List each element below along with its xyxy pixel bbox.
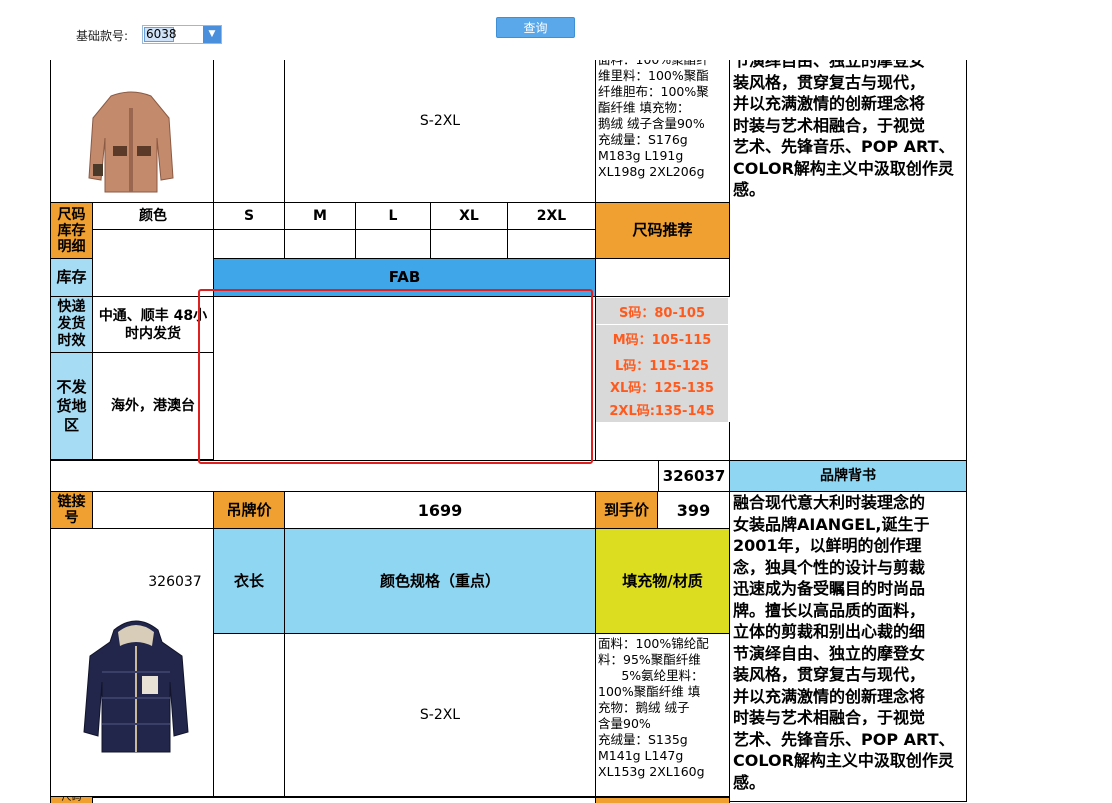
size-header-xl: XL [431,202,508,230]
next-row-cells [93,797,596,803]
tag-price-value: 1699 [285,492,596,529]
material-line: 纤维胆布：100%聚 [598,84,709,99]
brand-story-header: 品牌背书 [730,460,967,492]
size-rec-empty [596,422,730,460]
material-line: M183g L191g [598,148,684,163]
style-no-input[interactable]: 6038 [144,27,177,42]
query-button[interactable]: 查询 [496,17,575,38]
style-no-combobox[interactable]: 6038 ▼ [142,25,222,44]
product2-material-cell: 面料：100%锦纶配 料：95%聚酯纤维 5%氨纶里料： 100%聚酯纤维 填 … [596,634,730,797]
product2-code-in-image: 326037 [148,573,202,590]
chevron-down-icon[interactable]: ▼ [203,26,221,43]
product1-size-range-cell: S-2XL [285,40,596,202]
brand-line: 念，独具个性的设计与剪裁 [733,557,926,577]
link-label: 链接号 [50,492,93,529]
spreadsheet: S-2XL 面料：100%聚酯纤 维里料：100%聚酯 纤维胆布：100%聚 酯… [0,0,1112,803]
brand-line: 时装与艺术相融合，于视觉 [733,708,926,727]
material-line: 含量90% [598,716,651,731]
size-stock-label: 尺码库存明细 [50,202,93,259]
size-header-l: L [356,202,431,230]
filling-label: 填充物/材质 [596,529,730,634]
brand-line: 装风格，贯穿复古与现代， [733,72,926,92]
material-line: 酯纤维 填充物： [598,100,690,115]
next-size-label: 尺码 [50,797,93,803]
fab-right-cell [596,259,730,297]
product2-jacket-image [83,620,189,753]
brand-line: 感。 [733,772,766,792]
product2-code-cell: 326037 [658,460,730,492]
material-line: 面料：100%锦纶配 [598,636,709,651]
no-ship-value: 海外，港澳台 [93,353,214,460]
brand-line: 艺术、先锋音乐、POP ART、 [733,137,955,156]
material-line: 鹅绒 绒子含量90% [598,116,705,131]
product1-material-cell: 面料：100%聚酯纤 维里料：100%聚酯 纤维胆布：100%聚 酯纤维 填充物… [596,40,730,202]
size-recommend-label: 尺码推荐 [596,202,730,259]
brand-line: 节演绎自由、独立的摩登女 [733,643,926,663]
material-line: 充绒量：S176g [598,132,688,147]
size-rec-m: M码：105-115 [596,325,728,351]
size-header-m: M [285,202,356,230]
brand-line: COLOR解构主义中汲取创作灵 [733,751,954,770]
material-line: XL198g 2XL206g [598,164,705,179]
stock-xl-cell [431,230,508,259]
brand-line: 迅速成为备受瞩目的时尚品 [733,579,926,598]
material-line: 充物：鹅绒 绒子 [598,700,690,715]
product1-image-cell [50,40,214,202]
brand-line: 感。 [733,180,766,199]
material-line: 料：95%聚酯纤维 [598,652,701,667]
express-value: 中通、顺丰 48小时内发货 [93,297,214,353]
material-line: M141g L147g [598,748,684,763]
product2-size-range: S-2XL [419,706,461,723]
brand-line: 并以充满激情的创新理念将 [733,94,926,113]
size-header-s: S [214,202,285,230]
final-price-value: 399 [658,492,730,529]
material-line: 维里料：100%聚酯 [598,68,709,83]
brand-line: 融合现代意大利时装理念的 [733,493,926,512]
brand-line: 牌。擅长以高品质的面料， [733,600,926,620]
product2-size-range-cell: S-2XL [285,634,596,797]
material-line: XL153g 2XL160g [598,764,705,779]
stock-2xl-cell [508,230,596,259]
size-header-2xl: 2XL [508,202,596,230]
final-price-label: 到手价 [596,492,658,529]
stock-m-cell [285,230,356,259]
tag-price-label: 吊牌价 [214,492,285,529]
stock-l-cell [356,230,431,259]
express-label: 快递发货时效 [50,297,93,353]
product2-length-cell [214,634,285,797]
size-rec-2xl: 2XL码:135-145 [596,396,728,422]
fab-header: FAB [214,259,596,297]
product1-jacket-image [88,91,174,193]
color-spec-label: 颜色规格（重点） [285,529,596,634]
brand-line: COLOR解构主义中汲取创作灵 [733,158,954,178]
material-line: 充绒量：S135g [598,732,688,747]
brand-line: 装风格，贯穿复古与现代， [733,665,926,684]
product1-size-range: S-2XL [419,113,461,129]
length-label: 衣长 [214,529,285,634]
no-ship-label: 不发货地区 [50,353,93,460]
size-rec-s: S码：80-105 [596,298,728,324]
brand-line: 立体的剪裁和别出心裁的细 [733,622,926,641]
style-no-label: 基础款号: [76,29,129,43]
color-header: 颜色 [93,202,214,230]
brand-line: 并以充满激情的创新理念将 [733,686,926,706]
fab-content-cell [214,297,596,460]
stock-s-cell [214,230,285,259]
next-row-orange [596,797,730,803]
stock-color-cell [93,230,214,297]
query-toolbar: 基础款号: 6038 ▼ 查询 [0,0,1112,60]
separator-row [50,460,658,492]
brand-line: 时装与艺术相融合，于视觉 [733,115,926,135]
product2-brand-story-cell: 融合现代意大利时装理念的 女装品牌AIANGEL,诞生于 2001年，以鲜明的创… [730,492,967,802]
product1-brand-story-cell: 节演绎自由、独立的摩登女 装风格，贯穿复古与现代， 并以充满激情的创新理念将 时… [730,40,967,460]
brand-line: 艺术、先锋音乐、POP ART、 [733,729,955,749]
material-line: 5%氨纶里料： [621,668,704,683]
brand-line: 女装品牌AIANGEL,诞生于 [733,514,930,534]
product1-length-cell [214,40,285,202]
material-line: 100%聚酯纤维 填 [598,684,701,699]
brand-line: 2001年，以鲜明的创作理 [733,536,922,555]
link-value[interactable] [93,492,214,529]
stock-label: 库存 [50,259,93,297]
